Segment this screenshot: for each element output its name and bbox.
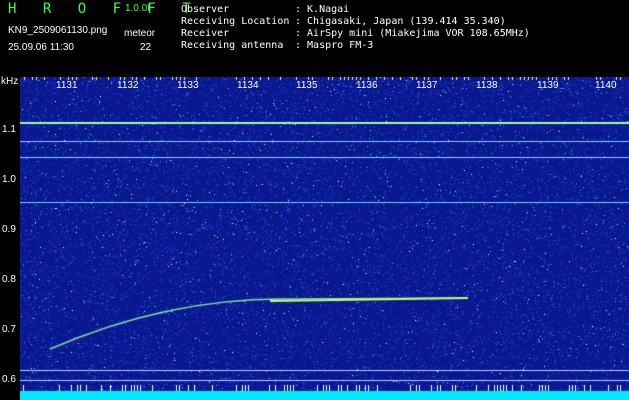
meta-key-observer: Observer xyxy=(181,4,230,15)
meteor-count: 22 xyxy=(140,42,152,53)
meta-value-receiver: : AirSpy mini (Miakejima VOR 108.65MHz) xyxy=(295,28,530,39)
filename: KN9_2509061130.png xyxy=(8,25,108,36)
meta-value-antenna: : Maspro FM-3 xyxy=(295,40,374,51)
meta-key-antenna: Receiving antenna xyxy=(181,40,284,51)
x-tick-label: 1133 xyxy=(177,80,199,91)
y-tick-label: 1.0 xyxy=(2,174,16,185)
meta-key-receiver: Receiver xyxy=(181,28,230,39)
y-axis-unit: kHz xyxy=(1,76,19,87)
y-tick-label: 0.7 xyxy=(2,324,16,335)
x-tick-label: 1135 xyxy=(296,80,318,91)
y-tick-label: 0.6 xyxy=(2,374,16,385)
meta-value-location: : Chigasaki, Japan (139.414 35.340) xyxy=(295,16,506,27)
x-tick-label: 1137 xyxy=(416,80,438,91)
hrofft-spectrogram-window: H R O F F T 1.0.0f KN9_2509061130.png 25… xyxy=(0,0,629,400)
x-tick-label: 1131 xyxy=(56,80,78,91)
x-tick-label: 1140 xyxy=(595,80,617,91)
app-title: H R O F F T xyxy=(8,1,200,17)
x-tick-label: 1134 xyxy=(237,80,259,91)
meteor-label: meteor xyxy=(124,28,156,39)
y-tick-label: 0.9 xyxy=(2,224,16,235)
x-tick-label: 1132 xyxy=(117,80,139,91)
meta-value-observer: : K.Nagai xyxy=(295,4,350,15)
spectrogram-plot xyxy=(20,77,629,400)
meta-key-location: Receiving Location xyxy=(181,16,290,27)
x-tick-label: 1136 xyxy=(356,80,378,91)
y-tick-label: 0.8 xyxy=(2,274,16,285)
x-tick-label: 1139 xyxy=(537,80,559,91)
y-tick-label: 1.1 xyxy=(2,124,16,135)
x-tick-label: 1138 xyxy=(476,80,498,91)
datetime: 25.09.06 11:30 xyxy=(8,42,74,53)
app-version: 1.0.0f xyxy=(125,3,151,14)
